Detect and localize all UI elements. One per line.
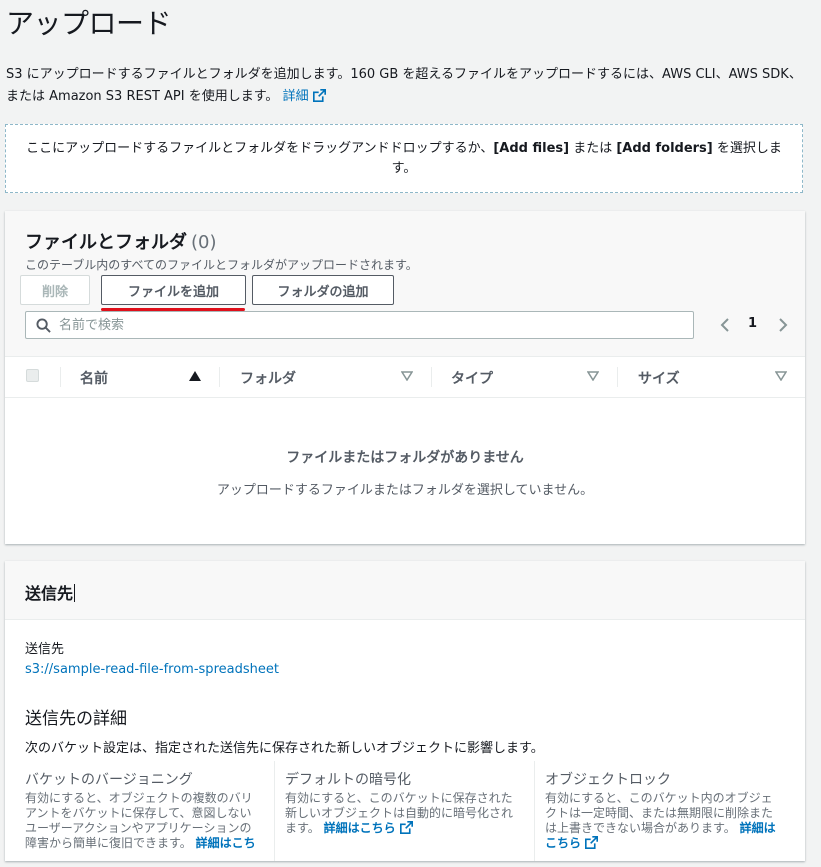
column-divider xyxy=(219,367,220,387)
sort-ascending-icon[interactable] xyxy=(189,371,201,381)
select-all-checkbox[interactable] xyxy=(26,369,39,382)
delete-button[interactable]: 削除 xyxy=(20,275,90,305)
chevron-left-icon[interactable] xyxy=(718,317,732,333)
column-divider xyxy=(60,367,61,387)
dropzone-text-middle: または xyxy=(569,140,617,156)
sort-icon[interactable] xyxy=(587,371,599,381)
setting-learn-more-link[interactable]: 詳細はこちら xyxy=(324,821,413,835)
sort-icon[interactable] xyxy=(775,371,787,381)
external-link-icon xyxy=(585,836,599,849)
files-panel-description: このテーブル内のすべてのファイルとフォルダがアップロードされます。 xyxy=(25,258,418,272)
files-panel-title: ファイルとフォルダ (0) xyxy=(25,228,217,254)
setting-description: 有効にすると、このバケット内のオブジェクトは一定時間、または無期限に削除または上… xyxy=(545,791,780,851)
sort-icon[interactable] xyxy=(401,371,413,381)
text-cursor xyxy=(74,584,76,602)
destination-title: 送信先 xyxy=(25,580,76,604)
setting-bucket-versioning: バケットのバージョニング 有効にすると、オブジェクトの複数のバリアントをバケット… xyxy=(25,757,260,867)
dropzone-add-folders: [Add folders] xyxy=(616,140,713,156)
column-header-size[interactable]: サイズ xyxy=(638,368,680,388)
column-divider xyxy=(431,367,432,387)
page-title: アップロード xyxy=(6,7,172,40)
column-divider xyxy=(534,761,535,861)
page-intro: S3 にアップロードするファイルとフォルダを追加します。160 GB を超えるフ… xyxy=(6,64,811,108)
empty-state-title: ファイルまたはフォルダがありません xyxy=(286,450,524,466)
drop-zone[interactable]: ここにアップロードするファイルとフォルダをドラッグアンドドロップするか、[Add… xyxy=(5,124,803,193)
external-link-icon xyxy=(399,821,413,834)
column-divider xyxy=(617,367,618,387)
files-folders-panel: ファイルとフォルダ (0) このテーブル内のすべてのファイルとフォルダがアップロー… xyxy=(5,211,805,544)
destination-label: 送信先 xyxy=(25,642,65,657)
intro-text: S3 にアップロードするファイルとフォルダを追加します。160 GB を超えるフ… xyxy=(6,67,802,104)
dropzone-add-files: [Add files] xyxy=(493,140,570,156)
setting-learn-more-link[interactable]: 詳細はこち xyxy=(196,836,256,850)
table-header: 名前 フォルダ タイプ サイズ xyxy=(5,357,805,398)
setting-description: 有効にすると、オブジェクトの複数のバリアントをバケットに保存して、意図しないユー… xyxy=(25,791,260,851)
destination-details-title: 送信先の詳細 xyxy=(25,709,127,729)
column-header-name[interactable]: 名前 xyxy=(80,368,108,388)
destination-details-description: 次のバケット設定は、指定された送信先に保存された新しいオブジェクトに影響します。 xyxy=(25,741,544,756)
empty-state-description: アップロードするファイルまたはフォルダを選択していません。 xyxy=(216,483,594,498)
search-input[interactable] xyxy=(59,315,679,335)
destination-panel-header: 送信先 xyxy=(5,561,805,620)
destination-panel: 送信先 送信先 s3://sample-read-file-from-sprea… xyxy=(5,561,805,861)
chevron-right-icon[interactable] xyxy=(776,317,790,333)
search-box xyxy=(25,311,694,339)
setting-object-lock: オブジェクトロック 有効にすると、このバケット内のオブジェクトは一定時間、または… xyxy=(545,757,780,867)
setting-default-encryption: デフォルトの暗号化 有効にすると、このバケットに保存された新しいオブジェクトは自… xyxy=(285,757,520,867)
destination-link[interactable]: s3://sample-read-file-from-spreadsheet xyxy=(25,662,279,677)
setting-link-label: 詳細はこちら xyxy=(323,821,396,835)
add-folder-button[interactable]: フォルダの追加 xyxy=(252,275,394,305)
setting-title: バケットのバージョニング xyxy=(25,772,193,788)
current-page[interactable]: 1 xyxy=(748,316,757,331)
external-link-icon xyxy=(312,89,326,102)
files-count: (0) xyxy=(191,232,217,253)
setting-description: 有効にすると、このバケットに保存された新しいオブジェクトは自動的に暗号化されます… xyxy=(285,791,520,836)
setting-title: デフォルトの暗号化 xyxy=(285,772,411,788)
pagination: 1 xyxy=(710,315,790,335)
setting-title: オブジェクトロック xyxy=(545,772,671,788)
dropzone-text-before: ここにアップロードするファイルとフォルダをドラッグアンドドロップするか、 xyxy=(26,140,494,156)
intro-learn-more-link[interactable]: 詳細 xyxy=(283,89,326,104)
destination-title-text: 送信先 xyxy=(25,584,74,603)
column-divider xyxy=(274,761,275,861)
files-title-text: ファイルとフォルダ xyxy=(25,232,187,253)
column-header-type[interactable]: タイプ xyxy=(451,368,493,388)
files-panel-header: ファイルとフォルダ (0) このテーブル内のすべてのファイルとフォルダがアップロー… xyxy=(5,211,805,357)
search-icon xyxy=(36,318,51,333)
column-header-folder[interactable]: フォルダ xyxy=(240,368,296,388)
intro-link-label: 詳細 xyxy=(282,89,309,104)
add-files-button[interactable]: ファイルを追加 xyxy=(101,275,246,305)
